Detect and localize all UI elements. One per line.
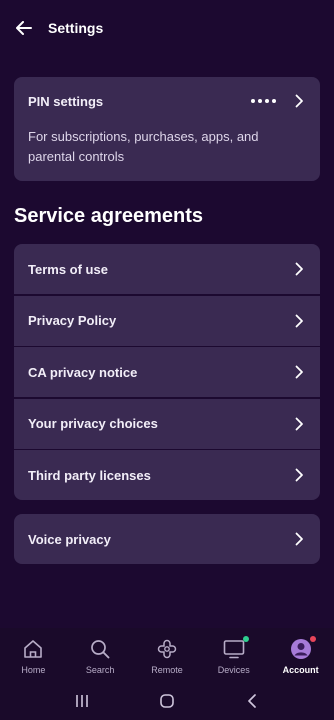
- nav-label: Devices: [217, 665, 250, 675]
- bottom-navigation: Home Search Remote Devices Account: [0, 628, 334, 682]
- nav-item-account[interactable]: Account: [267, 628, 334, 682]
- recents-icon: [76, 695, 89, 707]
- list-item-terms-of-use[interactable]: Terms of use: [14, 244, 320, 294]
- list-item-privacy-policy[interactable]: Privacy Policy: [14, 295, 320, 346]
- nav-item-search[interactable]: Search: [67, 628, 134, 682]
- recent-apps-button[interactable]: [67, 686, 97, 716]
- nav-label: Search: [85, 665, 115, 675]
- account-notification-dot: [309, 636, 316, 642]
- chevron-right-icon: [292, 467, 306, 483]
- nav-label: Home: [21, 665, 46, 675]
- pin-settings-title: PIN settings: [28, 94, 104, 109]
- home-system-button[interactable]: [152, 686, 182, 716]
- search-icon: [89, 638, 111, 660]
- nav-label: Account: [282, 665, 319, 675]
- section-heading-service-agreements: Service agreements: [14, 205, 204, 227]
- top-app-bar: Settings: [0, 0, 334, 56]
- remote-icon: [156, 638, 178, 660]
- pin-settings-card[interactable]: PIN settings For subscriptions, purchase…: [14, 77, 320, 181]
- back-button[interactable]: [0, 0, 48, 56]
- list-item-label: Voice privacy: [28, 531, 111, 547]
- pin-settings-description: For subscriptions, purchases, apps, and …: [28, 129, 259, 164]
- chevron-right-icon: [292, 93, 306, 109]
- list-item-label: Terms of use: [28, 261, 108, 277]
- chevron-right-icon: [292, 364, 306, 380]
- arrow-left-icon: [16, 21, 32, 35]
- home-circle-icon: [160, 694, 174, 708]
- tv-icon: [223, 636, 249, 660]
- back-system-button[interactable]: [237, 686, 267, 716]
- service-agreements-list: Terms of use Privacy Policy CA privacy n…: [14, 244, 320, 500]
- list-item-your-privacy-choices[interactable]: Your privacy choices: [14, 398, 320, 449]
- avatar-icon: [290, 636, 316, 660]
- list-item-third-party-licenses[interactable]: Third party licenses: [14, 450, 320, 500]
- nav-item-remote[interactable]: Remote: [134, 628, 201, 682]
- nav-item-home[interactable]: Home: [0, 628, 67, 682]
- chevron-right-icon: [292, 531, 306, 547]
- chevron-right-icon: [292, 313, 306, 329]
- system-navigation-bar: [0, 682, 334, 720]
- devices-status-dot: [242, 636, 249, 642]
- back-chevron-icon: [247, 694, 256, 708]
- chevron-right-icon: [292, 261, 306, 277]
- list-item-ca-privacy-notice[interactable]: CA privacy notice: [14, 347, 320, 397]
- chevron-right-icon: [292, 416, 306, 432]
- list-item-label: CA privacy notice: [28, 364, 138, 380]
- list-item-voice-privacy[interactable]: Voice privacy: [14, 514, 320, 564]
- voice-privacy-card: Voice privacy: [14, 514, 320, 564]
- nav-item-devices[interactable]: Devices: [200, 628, 267, 682]
- pin-masked-dots-icon: [251, 93, 276, 109]
- nav-label: Remote: [151, 665, 183, 675]
- list-item-label: Privacy Policy: [28, 313, 117, 328]
- list-item-label: Your privacy choices: [28, 416, 158, 431]
- page-title: Settings: [48, 20, 104, 36]
- list-item-label: Third party licenses: [28, 467, 151, 483]
- home-icon: [22, 638, 44, 660]
